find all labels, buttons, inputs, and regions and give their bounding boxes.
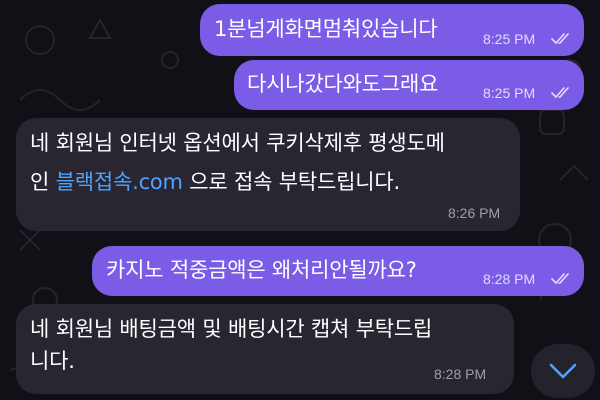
message-timestamp: 8:25 PM xyxy=(483,31,536,47)
message-text: 카지노 적중금액은 왜처리안될까요? xyxy=(106,258,417,282)
message-text: 다시나갔다와도그래요 xyxy=(247,72,439,96)
message-text-fragment: 으로 접속 부탁드립니다. xyxy=(182,170,400,194)
message-bubble-outgoing[interactable]: 카지노 적중금액은 왜처리안될까요? 8:28 PM xyxy=(92,246,584,296)
message-timestamp: 8:28 PM xyxy=(434,366,487,382)
message-bubble-incoming[interactable]: 네 회원님 배팅금액 및 배팅시간 캡쳐 부탁드립 니다. 8:28 PM xyxy=(16,304,514,394)
double-check-icon xyxy=(551,273,569,284)
chevron-down-icon xyxy=(549,363,577,379)
domain-link[interactable]: 블랙접속.com xyxy=(56,170,183,194)
message-bubble-outgoing[interactable]: 다시나갔다와도그래요 8:25 PM xyxy=(234,60,584,110)
message-text-line: 인 블랙접속.com 으로 접속 부탁드립니다. xyxy=(30,165,400,199)
message-text-line: 네 회원님 인터넷 옵션에서 쿠키삭제후 평생도메 xyxy=(30,131,445,155)
message-text-fragment: 인 xyxy=(30,170,56,194)
message-bubble-outgoing[interactable]: 1분넘게화면멈춰있습니다 8:25 PM xyxy=(200,4,584,56)
double-check-icon xyxy=(551,33,569,44)
message-text: 1분넘게화면멈춰있습니다 xyxy=(214,17,438,41)
message-timestamp: 8:28 PM xyxy=(483,271,536,287)
message-timestamp: 8:26 PM xyxy=(448,205,501,221)
message-timestamp: 8:25 PM xyxy=(483,85,536,101)
message-text-line: 네 회원님 배팅금액 및 배팅시간 캡쳐 부탁드립 xyxy=(30,317,433,341)
message-text-line: 니다. xyxy=(30,349,75,373)
message-bubble-incoming[interactable]: 네 회원님 인터넷 옵션에서 쿠키삭제후 평생도메 인 블랙접속.com 으로 … xyxy=(16,118,520,231)
double-check-icon xyxy=(551,87,569,98)
scroll-to-bottom-button[interactable] xyxy=(531,344,595,398)
